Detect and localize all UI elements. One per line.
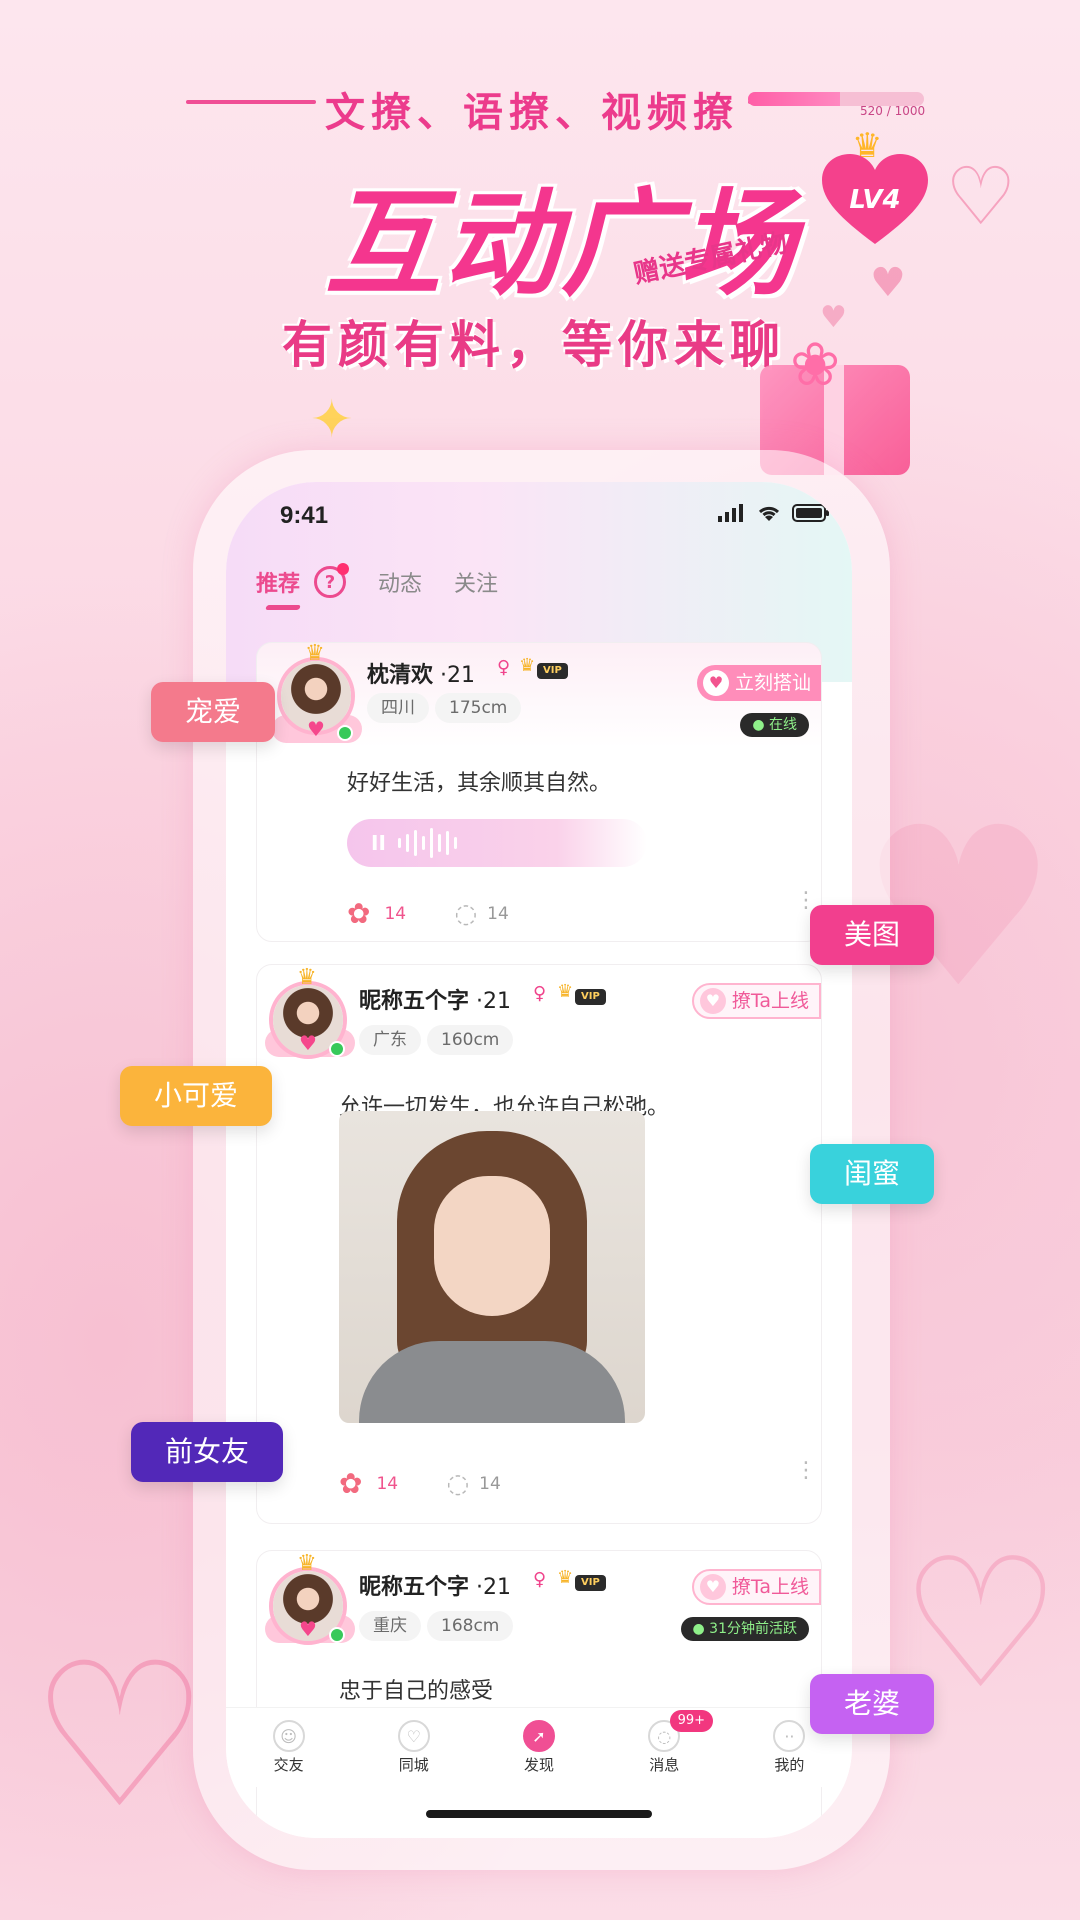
gift-bow-icon: ❀ (790, 330, 841, 400)
hand-heart-icon: ♥ (699, 1574, 726, 1600)
status-icons (718, 504, 830, 522)
phone-screen: 9:41 推荐 ? 动态 关注 ♛ ♥ 枕清欢 ·21 ♀ ♛ VIP 四川 1… (226, 482, 852, 1838)
location-tag: 四川 (367, 693, 429, 723)
flower-like-icon[interactable]: ✿ (347, 897, 370, 930)
bottom-nav: ☺ 交友 ♡ 同城 ➚ 发现 ◌ 消息 99+ ·· 我的 (226, 1707, 852, 1787)
comment-count: 14 (487, 903, 509, 924)
female-icon: ♀ (533, 1569, 547, 1590)
like-count: 14 (376, 1473, 399, 1494)
heart-decoration-icon: ♡ (30, 1620, 210, 1853)
post-card[interactable]: ♛ ♥ 枕清欢 ·21 ♀ ♛ VIP 四川 175cm ♥ 立刻搭讪 ● 在线 … (256, 641, 822, 942)
vip-crown-icon: ♛ (557, 981, 574, 1002)
female-icon: ♀ (497, 657, 511, 678)
chat-now-button[interactable]: ♥ 立刻搭讪 (696, 665, 821, 701)
home-indicator[interactable] (426, 1810, 652, 1818)
vip-crown-icon: ♛ (519, 655, 536, 676)
feed-tabs: 推荐 ? 动态 关注 (256, 563, 498, 598)
nearby-icon: ♡ (397, 1720, 430, 1752)
discover-icon: ➚ (523, 1720, 555, 1752)
post-stats: ✿ 14 ◌ 14 (339, 1467, 501, 1500)
tab-recommend[interactable]: 推荐 (256, 566, 300, 598)
heart-icon: ♥ (299, 1031, 317, 1055)
post-card[interactable]: ♛ ♥ 昵称五个字 ·21 ♀ ♛ VIP 广东 160cm ♥ 撩Ta上线 允许… (256, 964, 822, 1524)
online-indicator (329, 1627, 345, 1643)
crown-icon: ♛ (297, 1551, 317, 1576)
more-options-icon[interactable]: ⋮ (795, 890, 817, 912)
vip-badge: VIP (575, 1575, 606, 1591)
sparkle-icon: ✦ (310, 390, 354, 450)
floating-tag: 前女友 (131, 1422, 284, 1482)
floating-tag: 老婆 (810, 1674, 935, 1734)
floating-tag: 小可爱 (120, 1066, 273, 1126)
battery-icon (792, 504, 829, 522)
post-text: 忠于自己的感受 (339, 1679, 494, 1704)
poke-online-button[interactable]: ♥ 撩Ta上线 (691, 983, 821, 1019)
user-name[interactable]: 昵称五个字 ·21 (359, 1569, 511, 1601)
height-tag: 160cm (427, 1025, 514, 1055)
heart-icon: ♥ (307, 717, 325, 741)
vip-badge: VIP (575, 989, 606, 1005)
online-indicator (337, 725, 353, 741)
tab-following[interactable]: 关注 (454, 566, 498, 598)
waveform-icon (397, 828, 457, 858)
more-options-icon[interactable]: ⋮ (795, 1460, 817, 1482)
slogan-line-left (186, 100, 316, 104)
voice-message-player[interactable]: II (347, 819, 647, 867)
comment-icon[interactable]: ◌ (454, 899, 477, 929)
poke-online-button[interactable]: ♥ 撩Ta上线 (691, 1569, 821, 1605)
notification-dot (337, 563, 350, 575)
height-tag: 175cm (435, 693, 522, 723)
height-tag: 168cm (427, 1611, 514, 1641)
flower-like-icon[interactable]: ✿ (339, 1467, 362, 1500)
comment-icon[interactable]: ◌ (446, 1469, 469, 1499)
female-icon: ♀ (533, 983, 547, 1004)
hero-subtitle: 有颜有料，等你来聊 (282, 316, 786, 374)
crown-icon: ♛ (297, 965, 317, 990)
crown-icon: ♛ (305, 641, 325, 666)
post-card[interactable]: ♛ ♥ 昵称五个字 ·21 ♀ ♛ VIP 重庆 168cm ♥ 撩Ta上线 ● … (256, 1550, 822, 1838)
floating-tag: 美图 (810, 905, 935, 965)
nav-item-messages[interactable]: ◌ 消息 99+ (602, 1708, 727, 1787)
pause-icon[interactable]: II (371, 831, 386, 855)
post-photo[interactable] (339, 1111, 645, 1423)
location-tag: 广东 (359, 1025, 421, 1055)
floating-tag: 宠爱 (151, 682, 276, 742)
friends-icon: ☺ (272, 1720, 305, 1752)
unread-badge: 99+ (669, 1710, 714, 1732)
hand-heart-icon: ♥ (699, 988, 726, 1014)
chat-heart-icon: ♥ (702, 670, 729, 696)
heart-icon: ♥ (299, 1617, 317, 1641)
profile-icon: ·· (773, 1720, 806, 1752)
wifi-icon (758, 506, 780, 521)
vip-crown-icon: ♛ (557, 1567, 574, 1588)
comment-count: 14 (479, 1473, 501, 1494)
heart-decoration-icon: ♡ (945, 150, 1017, 243)
online-indicator (329, 1041, 345, 1057)
like-count: 14 (384, 903, 407, 924)
post-text: 好好生活，其余顺其自然。 (347, 771, 612, 796)
nav-item-nearby[interactable]: ♡ 同城 (351, 1708, 476, 1787)
level-progress-text: 520 / 1000 (860, 104, 926, 118)
signal-icon (718, 504, 743, 522)
heart-decoration-icon: ♥ (870, 260, 906, 306)
status-time: 9:41 (280, 502, 329, 529)
user-name[interactable]: 枕清欢 ·21 (367, 657, 475, 689)
location-tag: 重庆 (359, 1611, 421, 1641)
help-icon[interactable]: ? (314, 563, 350, 598)
user-name[interactable]: 昵称五个字 ·21 (359, 983, 511, 1015)
online-status-badge: ● 在线 (740, 713, 809, 737)
vip-badge: VIP (537, 663, 568, 679)
last-active-badge: ● 31分钟前活跃 (680, 1617, 809, 1641)
level-badge: LV4 (820, 152, 930, 248)
post-stats: ✿ 14 ◌ 14 (347, 897, 509, 930)
tab-feed[interactable]: 动态 (378, 566, 422, 598)
hero-slogan: 文撩、语撩、视频撩 (325, 90, 739, 136)
nav-item-friends[interactable]: ☺ 交友 (226, 1708, 351, 1787)
floating-tag: 闺蜜 (810, 1144, 935, 1204)
nav-item-discover[interactable]: ➚ 发现 (476, 1708, 601, 1787)
